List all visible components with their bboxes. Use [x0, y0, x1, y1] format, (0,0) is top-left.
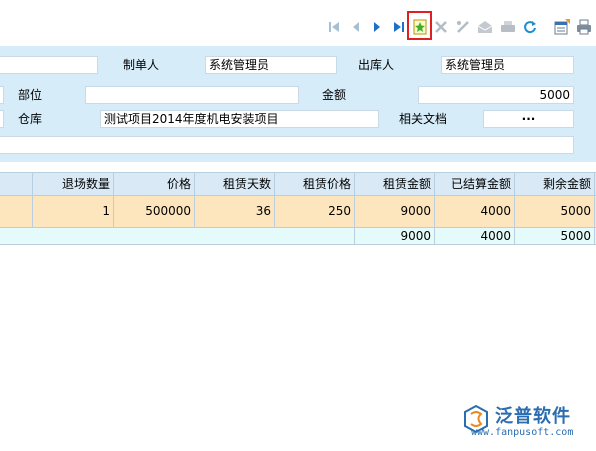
table-cell[interactable]: 4000	[435, 196, 515, 227]
column-header-return-qty[interactable]: 退场数量	[33, 173, 114, 195]
amount-label: 金额	[322, 88, 347, 102]
warehouse-field[interactable]: 测试项目2014年度机电安装项目	[100, 110, 379, 128]
column-header-rent-price[interactable]: 租赁价格	[275, 173, 355, 195]
prev-icon	[353, 22, 359, 32]
table-cell[interactable]: 1	[33, 196, 114, 227]
column-header-rent-amount[interactable]: 租赁金额	[355, 173, 435, 195]
edit-icon	[457, 21, 469, 33]
brand-name: 泛普软件	[495, 406, 571, 427]
print-icon	[501, 21, 515, 32]
column-header-remaining-amount[interactable]: 剩余金额	[515, 173, 595, 195]
department-label: 部位	[18, 88, 43, 102]
summary-settled-amount: 4000	[435, 228, 515, 244]
table-row[interactable]: 1 500000 36 250 9000 4000 5000	[0, 196, 596, 228]
last-record-button[interactable]	[391, 18, 407, 36]
column-header-rent-days[interactable]: 租赁天数	[195, 173, 275, 195]
edit-button[interactable]	[455, 18, 471, 36]
refresh-button[interactable]	[522, 18, 538, 36]
creator-label: 制单人	[123, 58, 160, 72]
brand-url: www.fanpusoft.com	[471, 427, 574, 438]
summary-cell-empty	[0, 228, 355, 244]
print-preview-button[interactable]	[500, 18, 516, 36]
add-icon	[413, 19, 427, 35]
printer-icon	[577, 19, 591, 35]
table-cell	[0, 196, 33, 227]
export-icon	[554, 19, 570, 35]
department-field[interactable]	[85, 86, 299, 104]
next-icon	[374, 22, 380, 32]
summary-row: 9000 4000 5000	[0, 228, 596, 245]
left-cut-field-3[interactable]	[0, 110, 4, 128]
form-panel: 制单人 系统管理员 出库人 系统管理员 部位 金额 5000 仓库 测试项目20…	[0, 46, 596, 162]
first-icon	[329, 22, 339, 32]
outbound-person-field[interactable]: 系统管理员	[441, 56, 574, 74]
table-cell[interactable]: 9000	[355, 196, 435, 227]
related-docs-button[interactable]: ···	[483, 110, 574, 128]
left-cut-field[interactable]	[0, 56, 98, 74]
next-record-button[interactable]	[369, 18, 385, 36]
remarks-field[interactable]	[0, 136, 574, 154]
approve-icon	[477, 21, 493, 33]
brand-watermark: 泛普软件 www.fanpusoft.com	[459, 402, 589, 446]
table-cell[interactable]: 250	[275, 196, 355, 227]
column-header-settled-amount[interactable]: 已结算金额	[435, 173, 515, 195]
table-cell[interactable]: 36	[195, 196, 275, 227]
summary-remaining-amount: 5000	[515, 228, 595, 244]
grid-header: 退场数量 价格 租赁天数 租赁价格 租赁金额 已结算金额 剩余金额	[0, 172, 596, 196]
add-button[interactable]	[412, 18, 428, 36]
warehouse-label: 仓库	[18, 112, 43, 126]
column-header-cut	[0, 173, 33, 195]
creator-field[interactable]: 系统管理员	[205, 56, 337, 74]
summary-rent-amount: 9000	[355, 228, 435, 244]
delete-button[interactable]	[433, 18, 449, 36]
related-docs-label: 相关文档	[399, 112, 448, 126]
printer-button[interactable]	[576, 18, 592, 36]
table-cell[interactable]: 5000	[515, 196, 595, 227]
column-header-price[interactable]: 价格	[114, 173, 195, 195]
left-cut-field-2[interactable]	[0, 86, 4, 104]
refresh-icon	[524, 21, 536, 34]
table-cell[interactable]: 500000	[114, 196, 195, 227]
toolbar	[0, 0, 596, 46]
last-icon	[394, 22, 404, 32]
prev-record-button[interactable]	[348, 18, 364, 36]
first-record-button[interactable]	[326, 18, 342, 36]
outbound-person-label: 出库人	[358, 58, 395, 72]
export-button[interactable]	[554, 18, 570, 36]
delete-icon	[435, 21, 447, 33]
approve-button[interactable]	[477, 18, 493, 36]
amount-field[interactable]: 5000	[418, 86, 574, 104]
